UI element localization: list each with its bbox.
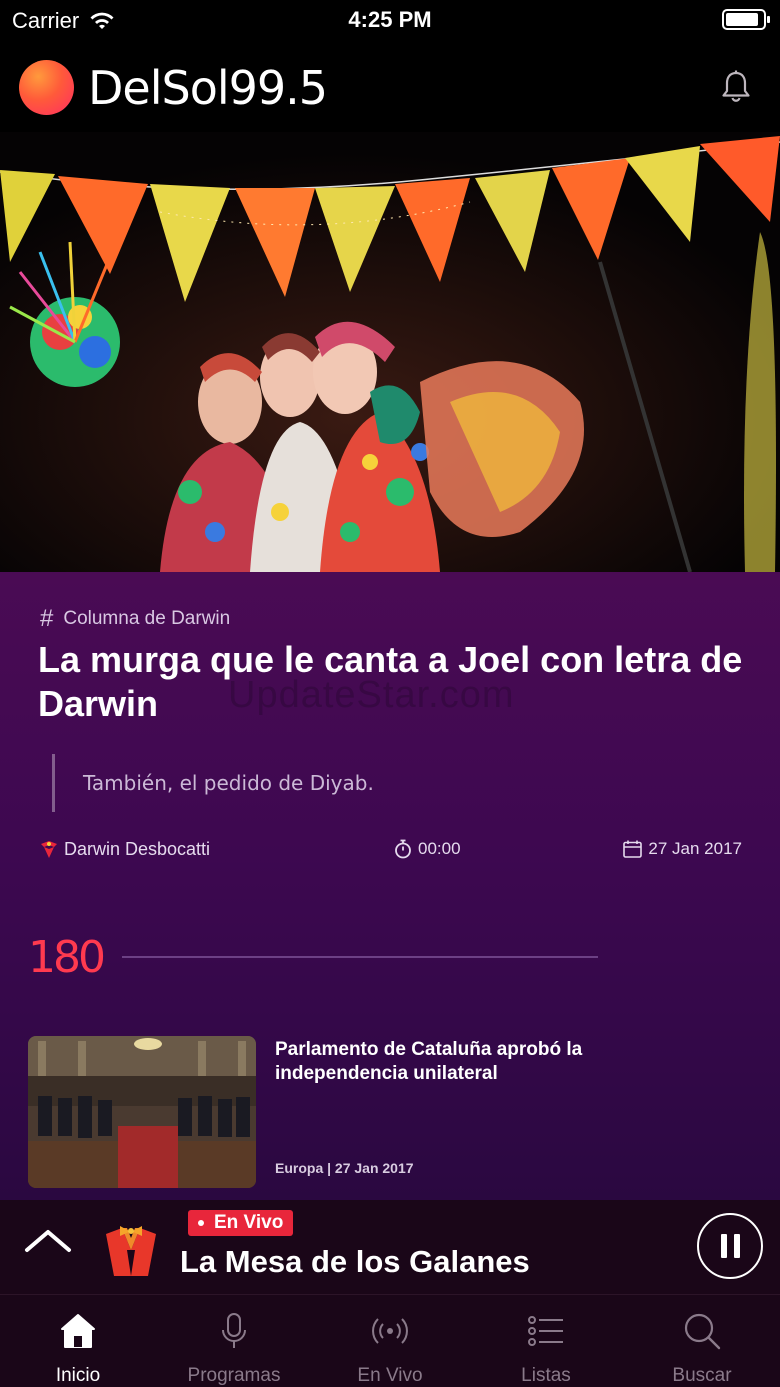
- pause-icon-right: [733, 1234, 740, 1258]
- pause-button[interactable]: [697, 1213, 763, 1279]
- tab-label: Inicio: [55, 1365, 101, 1386]
- duration: 00:00: [394, 839, 461, 859]
- logo-text: DelSol99.5: [88, 60, 328, 115]
- news-meta: Europa | 27 Jan 2017: [275, 1160, 414, 1176]
- article-category[interactable]: # Columna de Darwin: [40, 605, 230, 633]
- tab-label: Listas: [521, 1365, 571, 1386]
- calendar-icon: [623, 840, 643, 858]
- watermark: UpdateStar.com: [228, 674, 515, 716]
- pause-icon-left: [720, 1234, 727, 1258]
- category-label: Columna de Darwin: [63, 608, 231, 629]
- timer-icon: [395, 839, 411, 859]
- tab-inicio[interactable]: Inicio: [0, 1295, 156, 1387]
- article-meta: Darwin Desbocatti 00:00 27 Jan 2017: [38, 838, 742, 864]
- hashtag-icon: #: [40, 605, 54, 632]
- news-thumbnail: [28, 1036, 256, 1188]
- home-icon: [61, 1314, 95, 1348]
- author-name: Darwin Desbocatti: [64, 838, 211, 859]
- status-bar: Carrier 4:25 PM: [0, 0, 780, 40]
- chevron-up-icon[interactable]: [24, 1226, 72, 1256]
- logo-circle-icon: [19, 60, 74, 115]
- article-quote: También, el pedido de Diyab.: [52, 754, 374, 812]
- news-title[interactable]: Parlamento de Cataluña aprobó la indepen…: [275, 1038, 695, 1086]
- section-logo-180: 180: [28, 932, 106, 983]
- tab-label: Programas: [187, 1365, 281, 1386]
- list-icon: [528, 1316, 563, 1346]
- show-tuxedo-icon: [106, 1226, 156, 1276]
- tab-listas[interactable]: Listas: [468, 1295, 624, 1387]
- tab-label: En Vivo: [357, 1365, 423, 1386]
- battery-fill: [726, 13, 758, 26]
- broadcast-icon: [372, 1318, 408, 1344]
- tab-bar: Inicio Programas En Vivo Listas Buscar: [0, 1294, 780, 1387]
- author[interactable]: Darwin Desbocatti: [38, 838, 210, 860]
- live-label: En Vivo: [214, 1212, 284, 1233]
- search-icon: [684, 1313, 721, 1350]
- now-playing-title[interactable]: La Mesa de los Galanes: [180, 1244, 530, 1280]
- quote-text: También, el pedido de Diyab.: [83, 771, 374, 795]
- app-header: DelSol99.5: [0, 40, 780, 132]
- live-dot-icon: [198, 1220, 204, 1226]
- bell-icon[interactable]: [720, 70, 752, 104]
- microphone-icon: [222, 1313, 246, 1348]
- tab-buscar[interactable]: Buscar: [624, 1295, 780, 1387]
- brand-logo[interactable]: DelSol99.5: [19, 60, 328, 115]
- publish-date: 27 Jan 2017: [623, 839, 742, 859]
- author-avatar-icon: [41, 841, 57, 858]
- featured-article[interactable]: # Columna de Darwin La murga que le cant…: [0, 572, 780, 1202]
- duration-value: 00:00: [418, 839, 461, 858]
- tab-label: Buscar: [672, 1365, 732, 1386]
- section-divider: [122, 956, 598, 958]
- mini-player[interactable]: En Vivo La Mesa de los Galanes: [0, 1200, 780, 1294]
- live-badge: En Vivo: [188, 1210, 294, 1236]
- status-time: 4:25 PM: [348, 7, 432, 32]
- parliament-photo: [28, 1036, 256, 1188]
- news-list-item[interactable]: Parlamento de Cataluña aprobó la indepen…: [28, 1036, 748, 1188]
- tab-programas[interactable]: Programas: [156, 1295, 312, 1387]
- date-value: 27 Jan 2017: [648, 839, 742, 858]
- hero-image[interactable]: [0, 132, 780, 572]
- tab-en-vivo[interactable]: En Vivo: [312, 1295, 468, 1387]
- battery-icon: [722, 9, 770, 30]
- murga-performers-illustration: [0, 132, 780, 572]
